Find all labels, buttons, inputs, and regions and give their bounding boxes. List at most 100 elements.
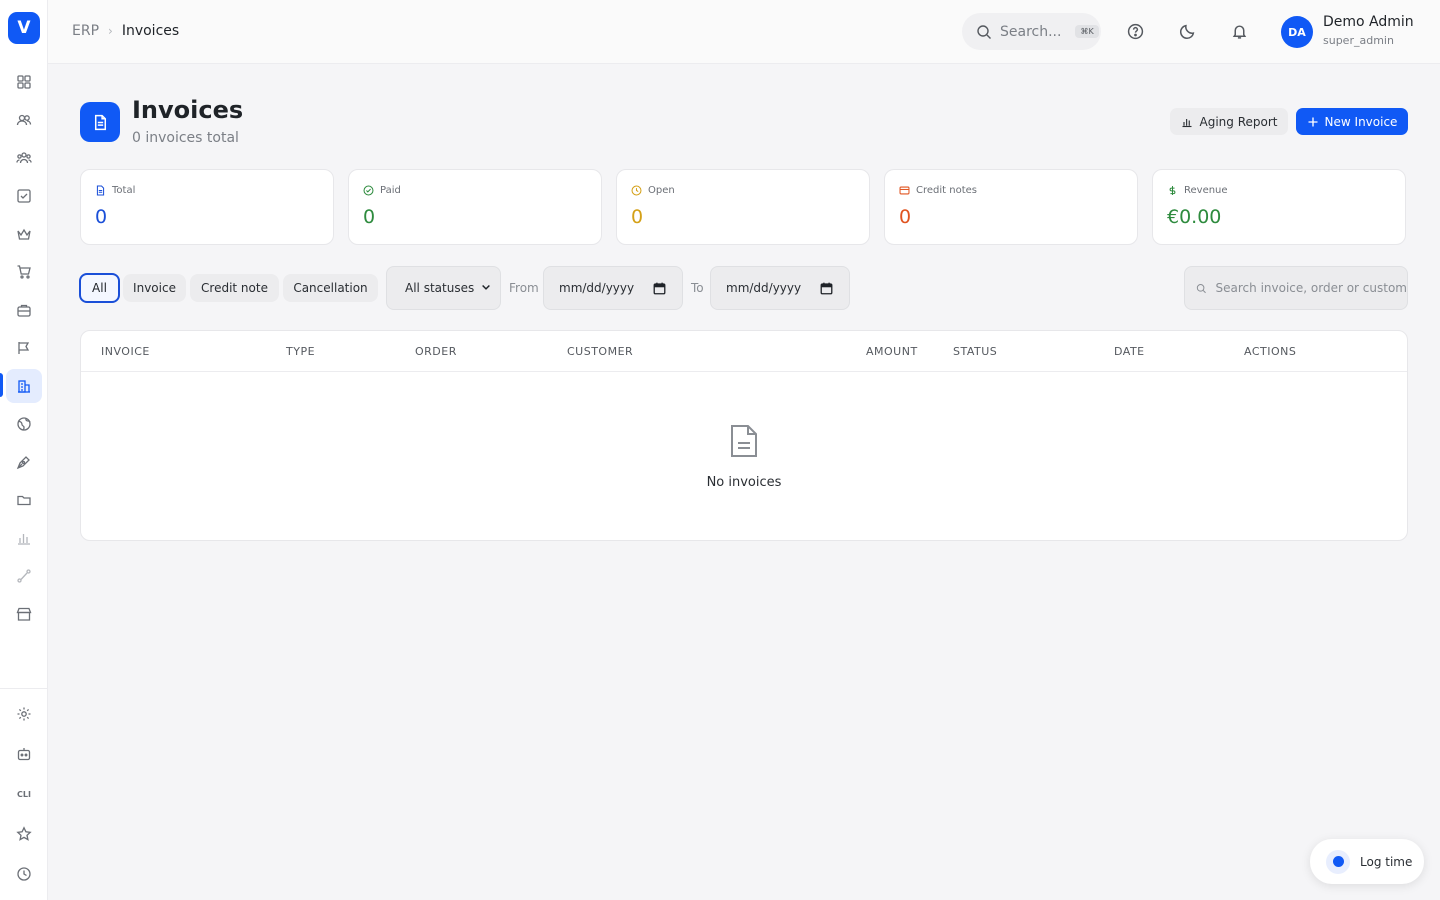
stat-label: Total [112,185,136,196]
log-time-label: Log time [1360,854,1413,869]
to-date-placeholder: mm/dd/yyyy [726,281,802,295]
sidebar: V CLI [0,0,48,900]
stat-value: €0.00 [1167,206,1222,228]
column-header[interactable]: TYPE [286,345,315,358]
timer-icon [1326,849,1350,874]
stat-value: 0 [899,206,912,228]
breadcrumb: ERP › Invoices [72,23,179,39]
sidebar-divider [0,688,48,689]
check-circle-icon [363,185,374,196]
app-logo[interactable]: V [8,12,40,44]
tasks-checkbox-icon[interactable] [6,179,42,213]
tab-invoice[interactable]: Invoice [123,274,186,302]
stat-value: 0 [363,206,376,228]
tab-cancellation[interactable]: Cancellation [283,274,378,302]
search-icon [977,24,991,39]
notifications-bell-icon[interactable] [1228,20,1250,42]
globe-icon[interactable] [6,407,42,441]
invoice-search-input[interactable]: Search invoice, order or custom [1184,266,1408,310]
bar-chart-icon [1182,118,1191,127]
from-label: From [509,281,539,295]
erp-building-icon[interactable] [6,369,42,403]
cart-icon[interactable] [6,255,42,289]
global-search-placeholder: Search... [1000,23,1062,40]
cli-label[interactable]: CLI [6,777,42,811]
breadcrumb-current: Invoices [121,23,180,39]
to-label: To [691,281,704,295]
column-header: ACTIONS [1244,345,1297,358]
shortcut-badge: ⌘K [1075,25,1099,38]
dashboard-grid-icon[interactable] [6,65,42,99]
column-header[interactable]: ORDER [415,345,457,358]
user-avatar[interactable]: DA [1281,16,1313,48]
document-icon [96,185,105,196]
calendar-icon[interactable] [820,282,833,295]
stat-card-paid: Paid 0 [348,169,602,245]
invoice-search-placeholder: Search invoice, order or custom [1215,281,1407,295]
settings-gear-icon[interactable] [6,697,42,731]
dollar-icon [1169,186,1176,195]
store-icon[interactable] [6,597,42,631]
page-subtitle: 0 invoices total [132,130,239,146]
clock-icon [631,185,642,196]
search-icon [1196,283,1206,293]
stat-label: Revenue [1184,185,1228,196]
stat-card-open: Open 0 [616,169,870,245]
column-header[interactable]: STATUS [953,345,997,358]
page-title: Invoices [132,96,244,124]
tab-credit-note[interactable]: Credit note [190,274,279,302]
pen-nib-icon[interactable] [6,445,42,479]
status-select[interactable]: All statuses [386,266,501,310]
top-bar: ERP › Invoices Search... ⌘K DA Demo Admi… [48,0,1440,64]
aging-report-label: Aging Report [1199,114,1278,129]
aging-report-button[interactable]: Aging Report [1170,108,1288,135]
credit-card-icon [899,186,910,195]
empty-state-text: No invoices [706,475,782,490]
stat-label: Paid [380,185,401,196]
to-date-input[interactable]: mm/dd/yyyy [710,266,850,310]
new-invoice-button[interactable]: New Invoice [1296,108,1408,135]
workflow-route-icon[interactable] [6,559,42,593]
stat-value: 0 [95,206,108,228]
global-search[interactable]: Search... ⌘K [962,13,1101,50]
active-nav-indicator [0,373,3,397]
invoice-document-icon [80,102,120,142]
from-date-input[interactable]: mm/dd/yyyy [543,266,683,310]
stat-label: Open [648,185,675,196]
stat-card-total: Total 0 [80,169,334,245]
chevron-down-icon [482,284,490,290]
chevron-right-icon: › [108,24,113,38]
table-header: INVOICE TYPE ORDER CUSTOMER AMOUNT STATU… [81,331,1407,372]
empty-document-icon [731,425,757,457]
campaign-flag-icon[interactable] [6,331,42,365]
column-header[interactable]: AMOUNT [866,345,918,358]
clock-icon[interactable] [6,857,42,891]
stat-card-revenue: Revenue €0.00 [1152,169,1406,245]
contacts-icon[interactable] [6,103,42,137]
breadcrumb-root[interactable]: ERP [72,23,99,39]
help-icon[interactable] [1124,20,1146,42]
tab-all[interactable]: All [79,273,120,303]
column-header[interactable]: DATE [1114,345,1145,358]
team-icon[interactable] [6,141,42,175]
calendar-icon[interactable] [653,282,666,295]
analytics-bars-icon[interactable] [6,521,42,555]
user-role: super_admin [1323,34,1394,47]
dark-mode-moon-icon[interactable] [1176,20,1198,42]
invoices-table: INVOICE TYPE ORDER CUSTOMER AMOUNT STATU… [80,330,1408,541]
from-date-placeholder: mm/dd/yyyy [559,281,635,295]
stat-value: 0 [631,206,644,228]
folder-icon[interactable] [6,483,42,517]
user-name[interactable]: Demo Admin [1323,14,1414,30]
new-invoice-label: New Invoice [1324,114,1398,129]
status-select-value: All statuses [405,281,475,295]
briefcase-icon[interactable] [6,293,42,327]
column-header[interactable]: CUSTOMER [567,345,633,358]
star-icon[interactable] [6,817,42,851]
stat-label: Credit notes [916,185,977,196]
column-header[interactable]: INVOICE [101,345,150,358]
log-time-button[interactable]: Log time [1310,839,1424,884]
crown-icon[interactable] [6,217,42,251]
bot-icon[interactable] [6,737,42,771]
plus-icon [1308,117,1318,126]
